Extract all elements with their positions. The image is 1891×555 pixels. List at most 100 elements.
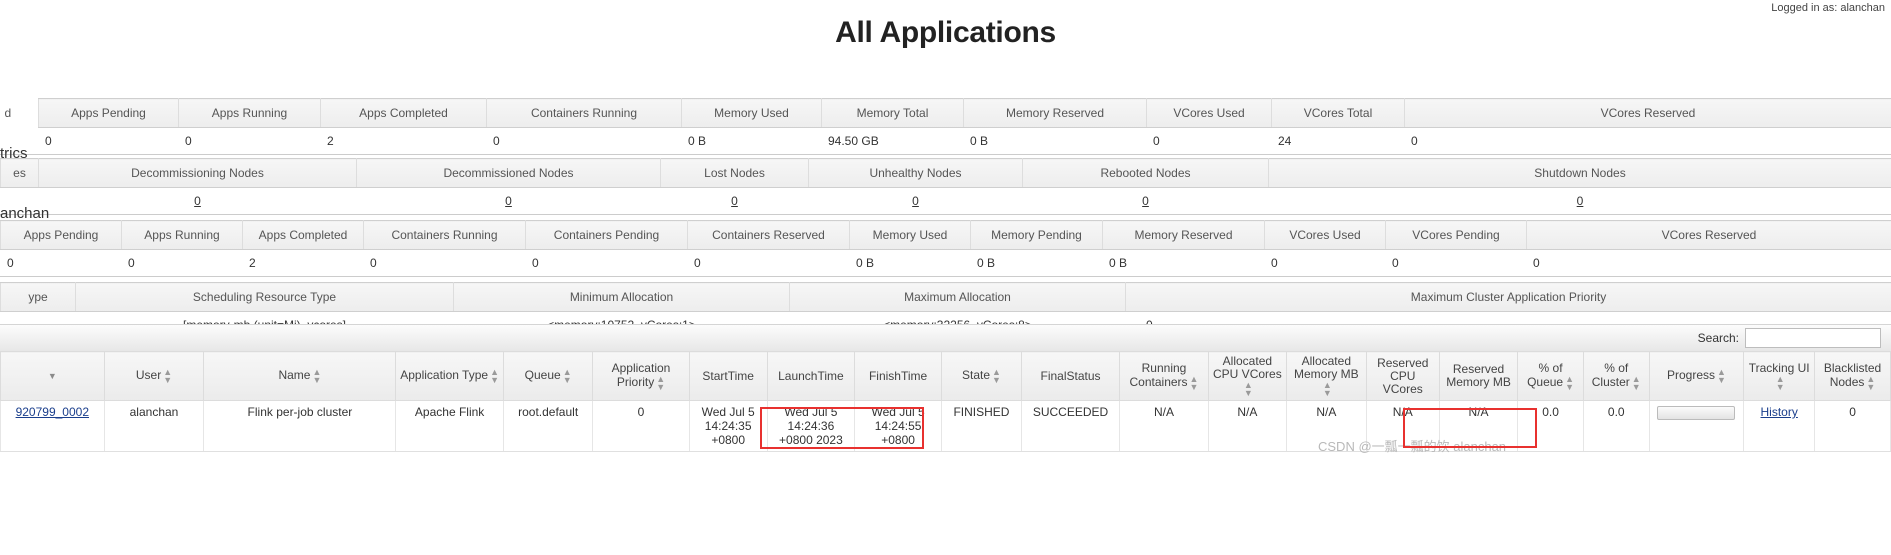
- shutdown-nodes-link[interactable]: 0: [1577, 194, 1584, 208]
- cell-app-id[interactable]: 920799_0002: [0, 400, 105, 452]
- col-running-containers[interactable]: Running Containers ▲ ▼: [1119, 351, 1209, 401]
- rebooted-nodes-link[interactable]: 0: [1142, 194, 1149, 208]
- col-finalstatus-label: FinalStatus: [1040, 368, 1101, 383]
- col-memory-used[interactable]: Memory Used: [681, 98, 822, 128]
- sort-icon[interactable]: ▲ ▼: [1244, 381, 1253, 398]
- col-user-containers-running[interactable]: Containers Running: [363, 220, 526, 250]
- col-application-type[interactable]: Application Type ▲ ▼: [395, 351, 504, 401]
- cell-allocated-cpu-vcores: N/A: [1207, 400, 1288, 452]
- col-user[interactable]: User ▲ ▼: [103, 351, 205, 401]
- col-user-apps-completed[interactable]: Apps Completed: [242, 220, 364, 250]
- col-containers-running[interactable]: Containers Running: [486, 98, 682, 128]
- val-rebooted-nodes[interactable]: 0: [1022, 187, 1269, 215]
- sort-icon[interactable]: ▲ ▼: [656, 374, 665, 391]
- sort-icon[interactable]: ▲ ▼: [1323, 381, 1332, 398]
- sort-icon[interactable]: ▲ ▼: [163, 368, 172, 385]
- col-apps-completed[interactable]: Apps Completed: [320, 98, 487, 128]
- col-launchtime-label: LaunchTime: [778, 368, 844, 383]
- col-minimum-allocation: Minimum Allocation: [453, 282, 790, 312]
- sort-icon[interactable]: ▲ ▼: [1632, 374, 1641, 391]
- col-pct-of-cluster[interactable]: % of Cluster ▲ ▼: [1582, 351, 1650, 401]
- decommissioning-nodes-link[interactable]: 0: [194, 194, 201, 208]
- search-input[interactable]: [1745, 328, 1881, 348]
- col-vcores-total[interactable]: VCores Total: [1271, 98, 1405, 128]
- col-active-nodes-clip[interactable]: es: [0, 158, 39, 188]
- col-vcores-reserved[interactable]: VCores Reserved: [1404, 98, 1891, 128]
- col-application-priority[interactable]: Application Priority ▲ ▼: [592, 351, 690, 401]
- col-allocated-cpu-vcores[interactable]: Allocated CPU VCores ▲ ▼: [1207, 351, 1288, 401]
- col-user-memory-reserved[interactable]: Memory Reserved: [1102, 220, 1265, 250]
- sort-icon[interactable]: ▲ ▼: [312, 368, 321, 385]
- val-decommissioned-nodes[interactable]: 0: [356, 187, 661, 215]
- col-progress[interactable]: Progress ▲ ▼: [1648, 351, 1745, 401]
- sort-icon[interactable]: ▲ ▼: [490, 368, 499, 385]
- cell-finishtime: Wed Jul 5 14:24:55 +0800: [853, 400, 943, 452]
- tracking-ui-history-link[interactable]: History: [1761, 405, 1798, 419]
- val-unhealthy-nodes[interactable]: 0: [808, 187, 1023, 215]
- sort-icon[interactable]: ▲ ▼: [563, 368, 572, 385]
- col-user-memory-pending[interactable]: Memory Pending: [970, 220, 1103, 250]
- apps-search-bar: Search:: [0, 324, 1891, 352]
- val-shutdown-nodes[interactable]: 0: [1268, 187, 1891, 215]
- col-unhealthy-nodes[interactable]: Unhealthy Nodes: [808, 158, 1023, 188]
- progress-bar: [1657, 405, 1736, 420]
- col-tracking-ui[interactable]: Tracking UI ▲ ▼: [1743, 351, 1816, 401]
- col-memory-reserved[interactable]: Memory Reserved: [963, 98, 1147, 128]
- col-launchtime[interactable]: LaunchTime: [766, 351, 856, 401]
- col-allocated-memory-mb[interactable]: Allocated Memory MB ▲ ▼: [1286, 351, 1367, 401]
- sort-icon[interactable]: ▲ ▼: [992, 368, 1001, 385]
- sort-icon[interactable]: ▲ ▼: [1717, 368, 1726, 385]
- filter-icon[interactable]: ▼: [48, 371, 57, 381]
- col-allocated-memory-mb-label: Allocated Memory MB: [1293, 354, 1359, 381]
- col-decommissioned-nodes[interactable]: Decommissioned Nodes: [356, 158, 661, 188]
- col-user-memory-used[interactable]: Memory Used: [849, 220, 971, 250]
- val-decommissioning-nodes[interactable]: 0: [38, 187, 357, 215]
- unhealthy-nodes-link[interactable]: 0: [912, 194, 919, 208]
- cell-running-containers: N/A: [1119, 400, 1209, 452]
- col-finishtime[interactable]: FinishTime: [853, 351, 943, 401]
- col-user-containers-pending[interactable]: Containers Pending: [525, 220, 688, 250]
- col-name[interactable]: Name ▲ ▼: [203, 351, 397, 401]
- col-scheduler-type-clip: ype: [0, 282, 76, 312]
- col-reserved-cpu-vcores[interactable]: Reserved CPU VCores: [1365, 351, 1440, 401]
- col-user-containers-reserved[interactable]: Containers Reserved: [687, 220, 850, 250]
- apps-header-row: ▼ User ▲ ▼ Name ▲ ▼ Application Type ▲ ▼ Queue…: [0, 351, 1891, 401]
- col-reserved-memory-mb[interactable]: Reserved Memory MB: [1438, 351, 1519, 401]
- col-state[interactable]: State ▲ ▼: [941, 351, 1022, 401]
- col-rebooted-nodes[interactable]: Rebooted Nodes: [1022, 158, 1269, 188]
- sort-icon[interactable]: ▲ ▼: [1866, 374, 1875, 391]
- col-apps-pending[interactable]: Apps Pending: [38, 98, 179, 128]
- col-blacklisted-nodes[interactable]: Blacklisted Nodes ▲ ▼: [1814, 351, 1891, 401]
- lost-nodes-link[interactable]: 0: [731, 194, 738, 208]
- sort-icon[interactable]: ▲ ▼: [1776, 374, 1785, 391]
- val-lost-nodes[interactable]: 0: [660, 187, 809, 215]
- cell-launchtime: Wed Jul 5 14:24:36 +0800 2023: [766, 400, 856, 452]
- col-user-vcores-pending[interactable]: VCores Pending: [1385, 220, 1527, 250]
- col-finalstatus[interactable]: FinalStatus: [1020, 351, 1121, 401]
- col-queue[interactable]: Queue ▲ ▼: [502, 351, 594, 401]
- node-metrics-header-row: es Decommissioning Nodes Decommissioned …: [0, 158, 1891, 188]
- col-allocated-cpu-vcores-label: Allocated CPU VCores: [1213, 354, 1282, 381]
- col-id[interactable]: ▼: [0, 351, 105, 401]
- col-starttime-label: StartTime: [702, 368, 754, 383]
- col-pct-of-queue[interactable]: % of Queue ▲ ▼: [1517, 351, 1584, 401]
- table-row[interactable]: 920799_0002 alanchan Flink per-job clust…: [0, 400, 1891, 452]
- app-id-link[interactable]: 920799_0002: [16, 405, 89, 419]
- col-user-vcores-reserved[interactable]: VCores Reserved: [1526, 220, 1891, 250]
- col-user-vcores-used[interactable]: VCores Used: [1264, 220, 1386, 250]
- col-memory-total[interactable]: Memory Total: [821, 98, 964, 128]
- cell-tracking-ui[interactable]: History: [1743, 400, 1816, 452]
- col-user-apps-running[interactable]: Apps Running: [121, 220, 243, 250]
- col-apps-running[interactable]: Apps Running: [178, 98, 321, 128]
- val-user-containers-pending: 0: [525, 249, 688, 277]
- col-decommissioning-nodes[interactable]: Decommissioning Nodes: [38, 158, 357, 188]
- sort-icon[interactable]: ▲ ▼: [1565, 374, 1574, 391]
- col-user-apps-pending[interactable]: Apps Pending: [0, 220, 122, 250]
- col-lost-nodes[interactable]: Lost Nodes: [660, 158, 809, 188]
- col-vcores-used[interactable]: VCores Used: [1146, 98, 1272, 128]
- col-shutdown-nodes[interactable]: Shutdown Nodes: [1268, 158, 1891, 188]
- decommissioned-nodes-link[interactable]: 0: [505, 194, 512, 208]
- cell-app-type: Apache Flink: [395, 400, 504, 452]
- sort-icon[interactable]: ▲ ▼: [1190, 374, 1199, 391]
- col-starttime[interactable]: StartTime: [688, 351, 768, 401]
